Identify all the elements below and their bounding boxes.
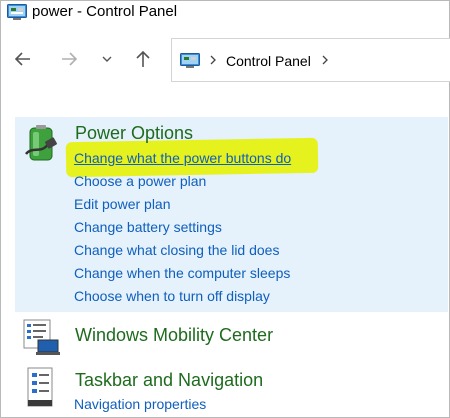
taskbar-icon[interactable] bbox=[22, 366, 62, 415]
breadcrumb-chevron-icon[interactable] bbox=[208, 53, 218, 70]
mobility-center-icon[interactable] bbox=[22, 318, 62, 363]
link-change-battery-settings[interactable]: Change battery settings bbox=[74, 219, 222, 235]
breadcrumb-chevron-icon[interactable] bbox=[320, 53, 330, 70]
title-bar: power - Control Panel bbox=[0, 0, 448, 26]
link-navigation-properties[interactable]: Navigation properties bbox=[74, 396, 206, 412]
category-title-taskbar-navigation[interactable]: Taskbar and Navigation bbox=[75, 370, 263, 391]
back-arrow-icon[interactable] bbox=[12, 48, 34, 70]
category-title-power-options[interactable]: Power Options bbox=[75, 123, 193, 144]
link-closing-lid[interactable]: Change what closing the lid does bbox=[74, 242, 279, 258]
link-change-power-buttons[interactable]: Change what the power buttons do bbox=[74, 150, 291, 166]
up-arrow-icon[interactable] bbox=[132, 48, 154, 70]
window-title: power - Control Panel bbox=[32, 3, 178, 20]
address-bar[interactable]: Control Panel bbox=[171, 38, 450, 82]
category-title-mobility-center[interactable]: Windows Mobility Center bbox=[75, 325, 273, 346]
battery-power-icon[interactable] bbox=[22, 124, 62, 169]
forward-arrow-icon[interactable] bbox=[58, 48, 80, 70]
link-edit-power-plan[interactable]: Edit power plan bbox=[74, 196, 171, 212]
control-panel-icon bbox=[180, 53, 200, 74]
link-computer-sleeps[interactable]: Change when the computer sleeps bbox=[74, 265, 290, 281]
link-turn-off-display[interactable]: Choose when to turn off display bbox=[74, 288, 270, 304]
navigation-bar: Control Panel bbox=[0, 38, 450, 84]
chevron-down-icon[interactable] bbox=[96, 48, 118, 70]
link-choose-power-plan[interactable]: Choose a power plan bbox=[74, 173, 206, 189]
control-panel-icon bbox=[7, 4, 27, 26]
breadcrumb-control-panel[interactable]: Control Panel bbox=[226, 53, 311, 69]
